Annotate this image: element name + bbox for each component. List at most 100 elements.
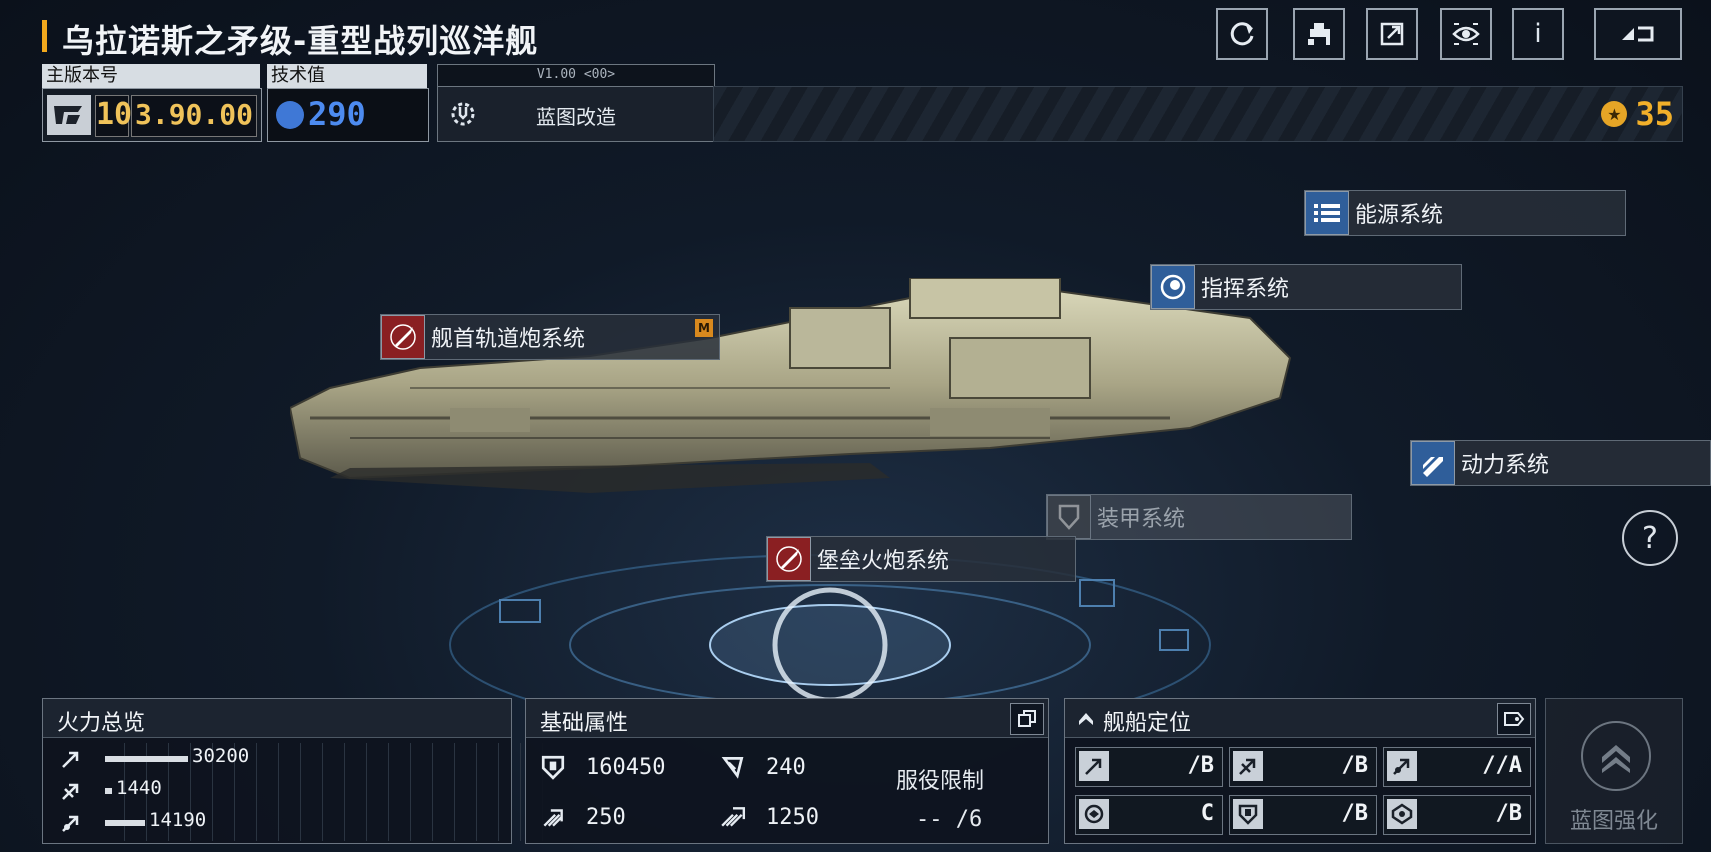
blueprint-enhance-button[interactable]: 蓝图强化 bbox=[1545, 698, 1683, 844]
info-button[interactable]: i bbox=[1512, 8, 1564, 60]
base-stats-panel: 基础属性 160450 240 250 1250 服役限制 -- /6 bbox=[525, 698, 1049, 844]
firepower-bar bbox=[105, 788, 112, 794]
role-grade: C bbox=[1200, 801, 1214, 826]
speed-stat: 250 bbox=[526, 793, 706, 841]
ship-title: 乌拉诺斯之矛级-重型战列巡洋舰 bbox=[62, 22, 539, 60]
siege-icon bbox=[62, 815, 79, 832]
command-system-label: 指挥系统 bbox=[1201, 277, 1290, 302]
warp-icon bbox=[721, 807, 746, 827]
positioning-title: 舰船定位 bbox=[1103, 711, 1192, 736]
base-stats-header: 基础属性 bbox=[526, 699, 1048, 738]
firepower-value: 14190 bbox=[149, 809, 207, 831]
firepower-row: 30200 bbox=[53, 745, 493, 775]
energy-system-button[interactable]: 能源系统 bbox=[1304, 190, 1626, 236]
main-version-label: 主版本号 bbox=[42, 64, 260, 88]
command-system-button[interactable]: 指挥系统 bbox=[1150, 264, 1462, 310]
blueprint-version-tag: V1.00 <00> bbox=[437, 64, 715, 88]
blueprint-enhance-label: 蓝图强化 bbox=[1569, 809, 1658, 834]
anti-ship-icon bbox=[1079, 751, 1109, 781]
armor-system-label: 装甲系统 bbox=[1097, 507, 1186, 532]
main-version-body: 10 3.90.00 bbox=[42, 88, 262, 142]
version-logo-icon bbox=[47, 95, 91, 135]
engine-icon bbox=[1411, 441, 1455, 485]
help-button[interactable]: ? bbox=[1622, 510, 1678, 566]
firepower-bar bbox=[105, 820, 145, 826]
title-accent bbox=[42, 20, 47, 52]
role-tank: /B bbox=[1383, 795, 1531, 835]
firepower-value: 30200 bbox=[192, 745, 250, 767]
list-icon bbox=[1305, 191, 1349, 235]
role-support: C bbox=[1075, 795, 1223, 835]
stats-detail-button[interactable] bbox=[1010, 703, 1044, 735]
positioning-tag-button[interactable] bbox=[1497, 703, 1531, 735]
armor-icon bbox=[721, 756, 744, 779]
service-limit-value: -- /6 bbox=[916, 807, 983, 832]
version-minor: 3.90.00 bbox=[131, 95, 257, 137]
anti-aircraft-icon bbox=[1233, 751, 1263, 781]
refresh-button[interactable] bbox=[1216, 8, 1268, 60]
view-button[interactable] bbox=[1440, 8, 1492, 60]
service-limit-label: 服役限制 bbox=[896, 769, 985, 794]
energy-system-label: 能源系统 bbox=[1355, 203, 1444, 228]
base-stats-title: 基础属性 bbox=[540, 711, 629, 736]
version-major: 10 bbox=[95, 95, 132, 137]
firepower-panel: 火力总览 30200 1440 14190 bbox=[42, 698, 543, 844]
armor-system-button[interactable]: 装甲系统 bbox=[1046, 494, 1352, 540]
warp-speed-stat: 1250 bbox=[706, 793, 886, 841]
paint-button[interactable] bbox=[1293, 8, 1345, 60]
bow-railgun-system-label: 舰首轨道炮系统 bbox=[431, 327, 586, 352]
role-grade: //A bbox=[1482, 753, 1522, 778]
role-grade: /B bbox=[1187, 753, 1215, 778]
blueprint-mod-button[interactable]: 蓝图改造 bbox=[437, 86, 715, 142]
blueprint-mod-label: 蓝图改造 bbox=[536, 105, 616, 129]
fortress-cannon-system-button[interactable]: 堡垒火炮系统 bbox=[766, 536, 1076, 582]
blueprint-stripe: ★ 35 bbox=[713, 86, 1683, 142]
paint-icon bbox=[1308, 23, 1330, 45]
tech-icon bbox=[276, 101, 304, 129]
speed-value: 250 bbox=[586, 804, 626, 830]
ship-title-bar: 乌拉诺斯之矛级-重型战列巡洋舰 bbox=[42, 14, 642, 60]
tech-value-label: 技术值 bbox=[267, 64, 427, 88]
hp-value: 160450 bbox=[586, 754, 666, 780]
tech-value-body: 290 bbox=[267, 88, 429, 142]
share-button[interactable] bbox=[1366, 8, 1418, 60]
positioning-header: 舰船定位 bbox=[1065, 699, 1535, 738]
power-system-button[interactable]: 动力系统 bbox=[1410, 440, 1711, 486]
bow-railgun-system-button[interactable]: 舰首轨道炮系统 M bbox=[380, 314, 720, 360]
defense-icon bbox=[1233, 799, 1263, 829]
cannon-icon bbox=[767, 537, 811, 581]
double-chevron-up-icon bbox=[1581, 721, 1651, 791]
role-siege: //A bbox=[1383, 747, 1531, 787]
credits-icon: ★ bbox=[1601, 101, 1628, 127]
firepower-header: 火力总览 bbox=[43, 699, 511, 738]
speed-icon bbox=[543, 809, 563, 827]
shield-icon bbox=[541, 755, 565, 780]
eye-icon bbox=[1452, 23, 1480, 45]
radar-icon bbox=[1151, 265, 1195, 309]
fortress-cannon-system-label: 堡垒火炮系统 bbox=[817, 549, 950, 574]
tech-value: 290 bbox=[308, 95, 366, 133]
firepower-bar bbox=[105, 756, 188, 762]
hp-stat: 160450 bbox=[526, 743, 706, 791]
blueprint-bar: V1.00 <00> 蓝图改造 ★ 35 bbox=[437, 64, 1683, 142]
copy-icon bbox=[1018, 710, 1036, 727]
back-button[interactable] bbox=[1594, 8, 1682, 60]
rank-chevron-icon bbox=[1079, 713, 1093, 725]
ship-positioning-panel: 舰船定位 /B /B //A C /B /B bbox=[1064, 698, 1536, 844]
role-grade: /B bbox=[1341, 801, 1369, 826]
firepower-title: 火力总览 bbox=[57, 711, 146, 736]
firepower-value: 1440 bbox=[116, 777, 162, 799]
power-system-label: 动力系统 bbox=[1461, 453, 1550, 478]
armor-value: 240 bbox=[766, 754, 806, 780]
role-grade: /B bbox=[1495, 801, 1523, 826]
armor-stat: 240 bbox=[706, 743, 886, 791]
bow-railgun-tag: M bbox=[695, 319, 713, 337]
credits-display: ★ 35 bbox=[1601, 95, 1674, 133]
tech-value-box: 技术值 290 bbox=[267, 64, 429, 142]
role-anti-aircraft: /B bbox=[1229, 747, 1377, 787]
share-icon bbox=[1380, 22, 1404, 46]
back-icon bbox=[1622, 26, 1654, 42]
role-anti-ship: /B bbox=[1075, 747, 1223, 787]
tank-icon bbox=[1387, 799, 1417, 829]
refresh-icon bbox=[1230, 22, 1254, 46]
